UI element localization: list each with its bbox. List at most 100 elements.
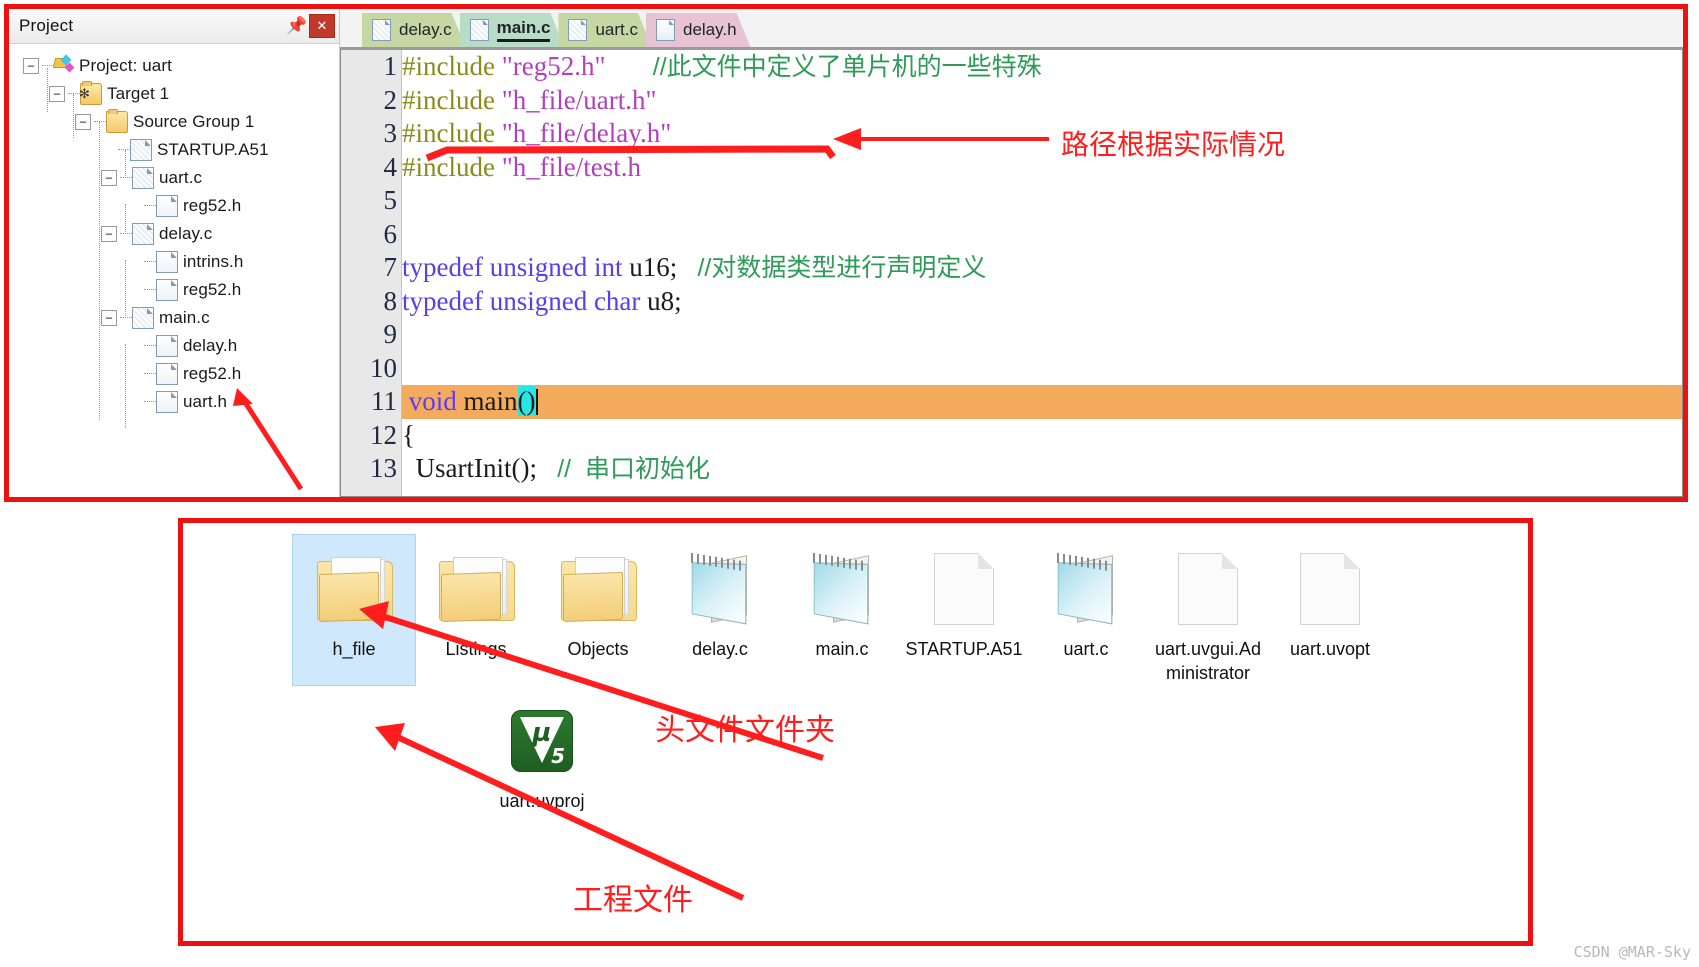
string-token: "reg52.h" bbox=[501, 51, 606, 81]
code-line-8[interactable]: typedef unsigned char u8; bbox=[402, 285, 1682, 319]
tab-delay-c[interactable]: delay.c bbox=[362, 13, 466, 47]
plain-token: UsartInit(); bbox=[402, 453, 537, 483]
file-item-delay-c[interactable]: delay.c bbox=[659, 535, 781, 685]
line-number: 6 bbox=[383, 218, 398, 249]
file-item-uart-c[interactable]: uart.c bbox=[1025, 535, 1147, 685]
tab-uart-c[interactable]: uart.c bbox=[558, 13, 652, 47]
tree-connector bbox=[94, 121, 106, 123]
code-editor[interactable]: 1 2 3 4 5 6 7 8 9 10 11 12 13 #include "… bbox=[340, 48, 1683, 497]
tab-label: delay.h bbox=[683, 20, 737, 39]
folder-icon bbox=[315, 557, 393, 623]
tab-main-c[interactable]: main.c bbox=[460, 13, 565, 47]
tree-node-startup-a51[interactable]: STARTUP.A51 bbox=[9, 136, 339, 164]
code-lines[interactable]: #include "reg52.h" //此文件中定义了单片机的一些特殊 #in… bbox=[402, 50, 1682, 496]
line-number: 2 bbox=[383, 84, 398, 115]
source-file-icon bbox=[132, 307, 154, 329]
file-item-uart-uvgui-administrator[interactable]: uart.uvgui.Administrator bbox=[1147, 535, 1269, 685]
tree-node-reg52-h-3[interactable]: reg52.h bbox=[9, 360, 339, 388]
tree-node-label: uart.c bbox=[159, 168, 203, 187]
tab-label: delay.c bbox=[399, 20, 452, 39]
code-line-1[interactable]: #include "reg52.h" //此文件中定义了单片机的一些特殊 bbox=[402, 50, 1682, 84]
source-file-icon bbox=[130, 139, 152, 161]
string-token: "h_file/uart.h" bbox=[501, 84, 657, 115]
file-item-objects[interactable]: Objects bbox=[537, 535, 659, 685]
tree-node-uart-h[interactable]: uart.h bbox=[9, 388, 339, 416]
expander-icon[interactable]: − bbox=[101, 310, 117, 326]
expander-icon[interactable]: − bbox=[101, 170, 117, 186]
expander-icon[interactable]: − bbox=[23, 58, 39, 74]
expander-icon[interactable]: − bbox=[75, 114, 91, 130]
code-line-4[interactable]: #include "h_file/test.h bbox=[402, 151, 1682, 185]
file-item-uart-uvproj[interactable]: µ5 uart.uvproj bbox=[481, 695, 603, 813]
matched-brace-token: () bbox=[517, 386, 536, 416]
header-file-icon bbox=[156, 391, 178, 413]
target-folder-icon: ✻ bbox=[79, 81, 102, 105]
code-line-3[interactable]: #include "h_file/delay.h" bbox=[402, 117, 1682, 151]
blank-document-icon bbox=[1300, 553, 1360, 625]
icon-container bbox=[543, 543, 653, 635]
icon-container: µ5 bbox=[487, 695, 597, 787]
code-line-9[interactable] bbox=[402, 318, 1682, 352]
editor-tabstrip[interactable]: delay.c main.c uart.c delay.h bbox=[340, 9, 1683, 48]
expander-icon[interactable]: − bbox=[101, 226, 117, 242]
expander-icon[interactable]: − bbox=[49, 86, 65, 102]
header-file-icon bbox=[156, 279, 178, 301]
tree-node-label: Target 1 bbox=[107, 84, 170, 103]
icon-container bbox=[787, 543, 897, 635]
file-item-h-file[interactable]: h_file bbox=[292, 534, 416, 686]
tree-node-label: delay.h bbox=[183, 336, 238, 355]
tree-connector bbox=[120, 177, 132, 179]
line-number-gutter: 1 2 3 4 5 6 7 8 9 10 11 12 13 bbox=[341, 50, 402, 496]
code-line-2[interactable]: #include "h_file/uart.h" bbox=[402, 84, 1682, 118]
explorer-icon-grid[interactable]: h_file Listings Objects delay.c main.c S… bbox=[292, 534, 1403, 686]
tree-node-reg52-h[interactable]: reg52.h bbox=[9, 192, 339, 220]
file-label: h_file bbox=[295, 637, 413, 661]
tree-node-main-c[interactable]: − main.c bbox=[9, 304, 339, 332]
tree-node-delay-c[interactable]: − delay.c bbox=[9, 220, 339, 248]
file-label: uart.uvgui.Administrator bbox=[1154, 639, 1262, 683]
tree-node-uart-c[interactable]: − uart.c bbox=[9, 164, 339, 192]
code-line-10[interactable] bbox=[402, 352, 1682, 386]
tree-node-project-uart[interactable]: − Project: uart bbox=[9, 52, 339, 80]
folder-icon bbox=[437, 557, 515, 623]
file-label: main.c bbox=[815, 639, 869, 659]
code-line-12[interactable]: { bbox=[402, 419, 1682, 453]
file-item-main-c[interactable]: main.c bbox=[781, 535, 903, 685]
file-item-startup-a51[interactable]: STARTUP.A51 bbox=[903, 535, 1025, 685]
annotation-project-file-note: 工程文件 bbox=[573, 883, 693, 918]
file-item-listings[interactable]: Listings bbox=[415, 535, 537, 685]
tree-connector bbox=[144, 401, 156, 403]
pin-icon[interactable]: 📌 bbox=[285, 14, 309, 38]
close-icon[interactable]: ✕ bbox=[309, 14, 335, 38]
plain-token: u16; bbox=[622, 252, 678, 282]
file-item-uart-uvopt[interactable]: uart.uvopt bbox=[1269, 535, 1391, 685]
comment-token: // 串口初始化 bbox=[557, 455, 711, 483]
file-label: uart.uvopt bbox=[1289, 639, 1371, 659]
expander-placeholder bbox=[127, 395, 141, 409]
tab-delay-h[interactable]: delay.h bbox=[646, 13, 751, 47]
tree-node-reg52-h-2[interactable]: reg52.h bbox=[9, 276, 339, 304]
comment-token: //此文件中定义了单片机的一些特殊 bbox=[652, 53, 1042, 81]
tree-node-label: uart.h bbox=[183, 392, 228, 411]
tree-node-intrins-h[interactable]: intrins.h bbox=[9, 248, 339, 276]
code-line-13[interactable]: UsartInit(); // 串口初始化 bbox=[402, 452, 1682, 486]
tree-connector bbox=[144, 261, 156, 263]
line-number: 13 bbox=[370, 453, 397, 483]
tree-node-source-group-1[interactable]: − Source Group 1 bbox=[9, 108, 339, 136]
plain-token: u8; bbox=[640, 285, 682, 316]
keyword-token: typedef unsigned int bbox=[402, 252, 623, 282]
code-line-5[interactable] bbox=[402, 184, 1682, 218]
notepad-icon bbox=[1047, 552, 1125, 625]
text-caret bbox=[535, 389, 538, 415]
file-icon bbox=[568, 19, 587, 41]
file-icon bbox=[372, 19, 391, 41]
code-line-7[interactable]: typedef unsigned int u16; //对数据类型进行声明定义 bbox=[402, 251, 1682, 285]
code-line-6[interactable] bbox=[402, 218, 1682, 252]
expander-placeholder bbox=[127, 255, 141, 269]
tree-node-target-1[interactable]: − ✻ Target 1 bbox=[9, 80, 339, 108]
code-line-11[interactable]: void main() bbox=[402, 385, 1682, 419]
line-number: 11 bbox=[371, 386, 397, 416]
tree-node-delay-h[interactable]: delay.h bbox=[9, 332, 339, 360]
project-tree[interactable]: − Project: uart − ✻ Target 1 − Source Gr… bbox=[9, 44, 339, 497]
editor-area: delay.c main.c uart.c delay.h 1 2 3 4 5 … bbox=[340, 9, 1683, 497]
